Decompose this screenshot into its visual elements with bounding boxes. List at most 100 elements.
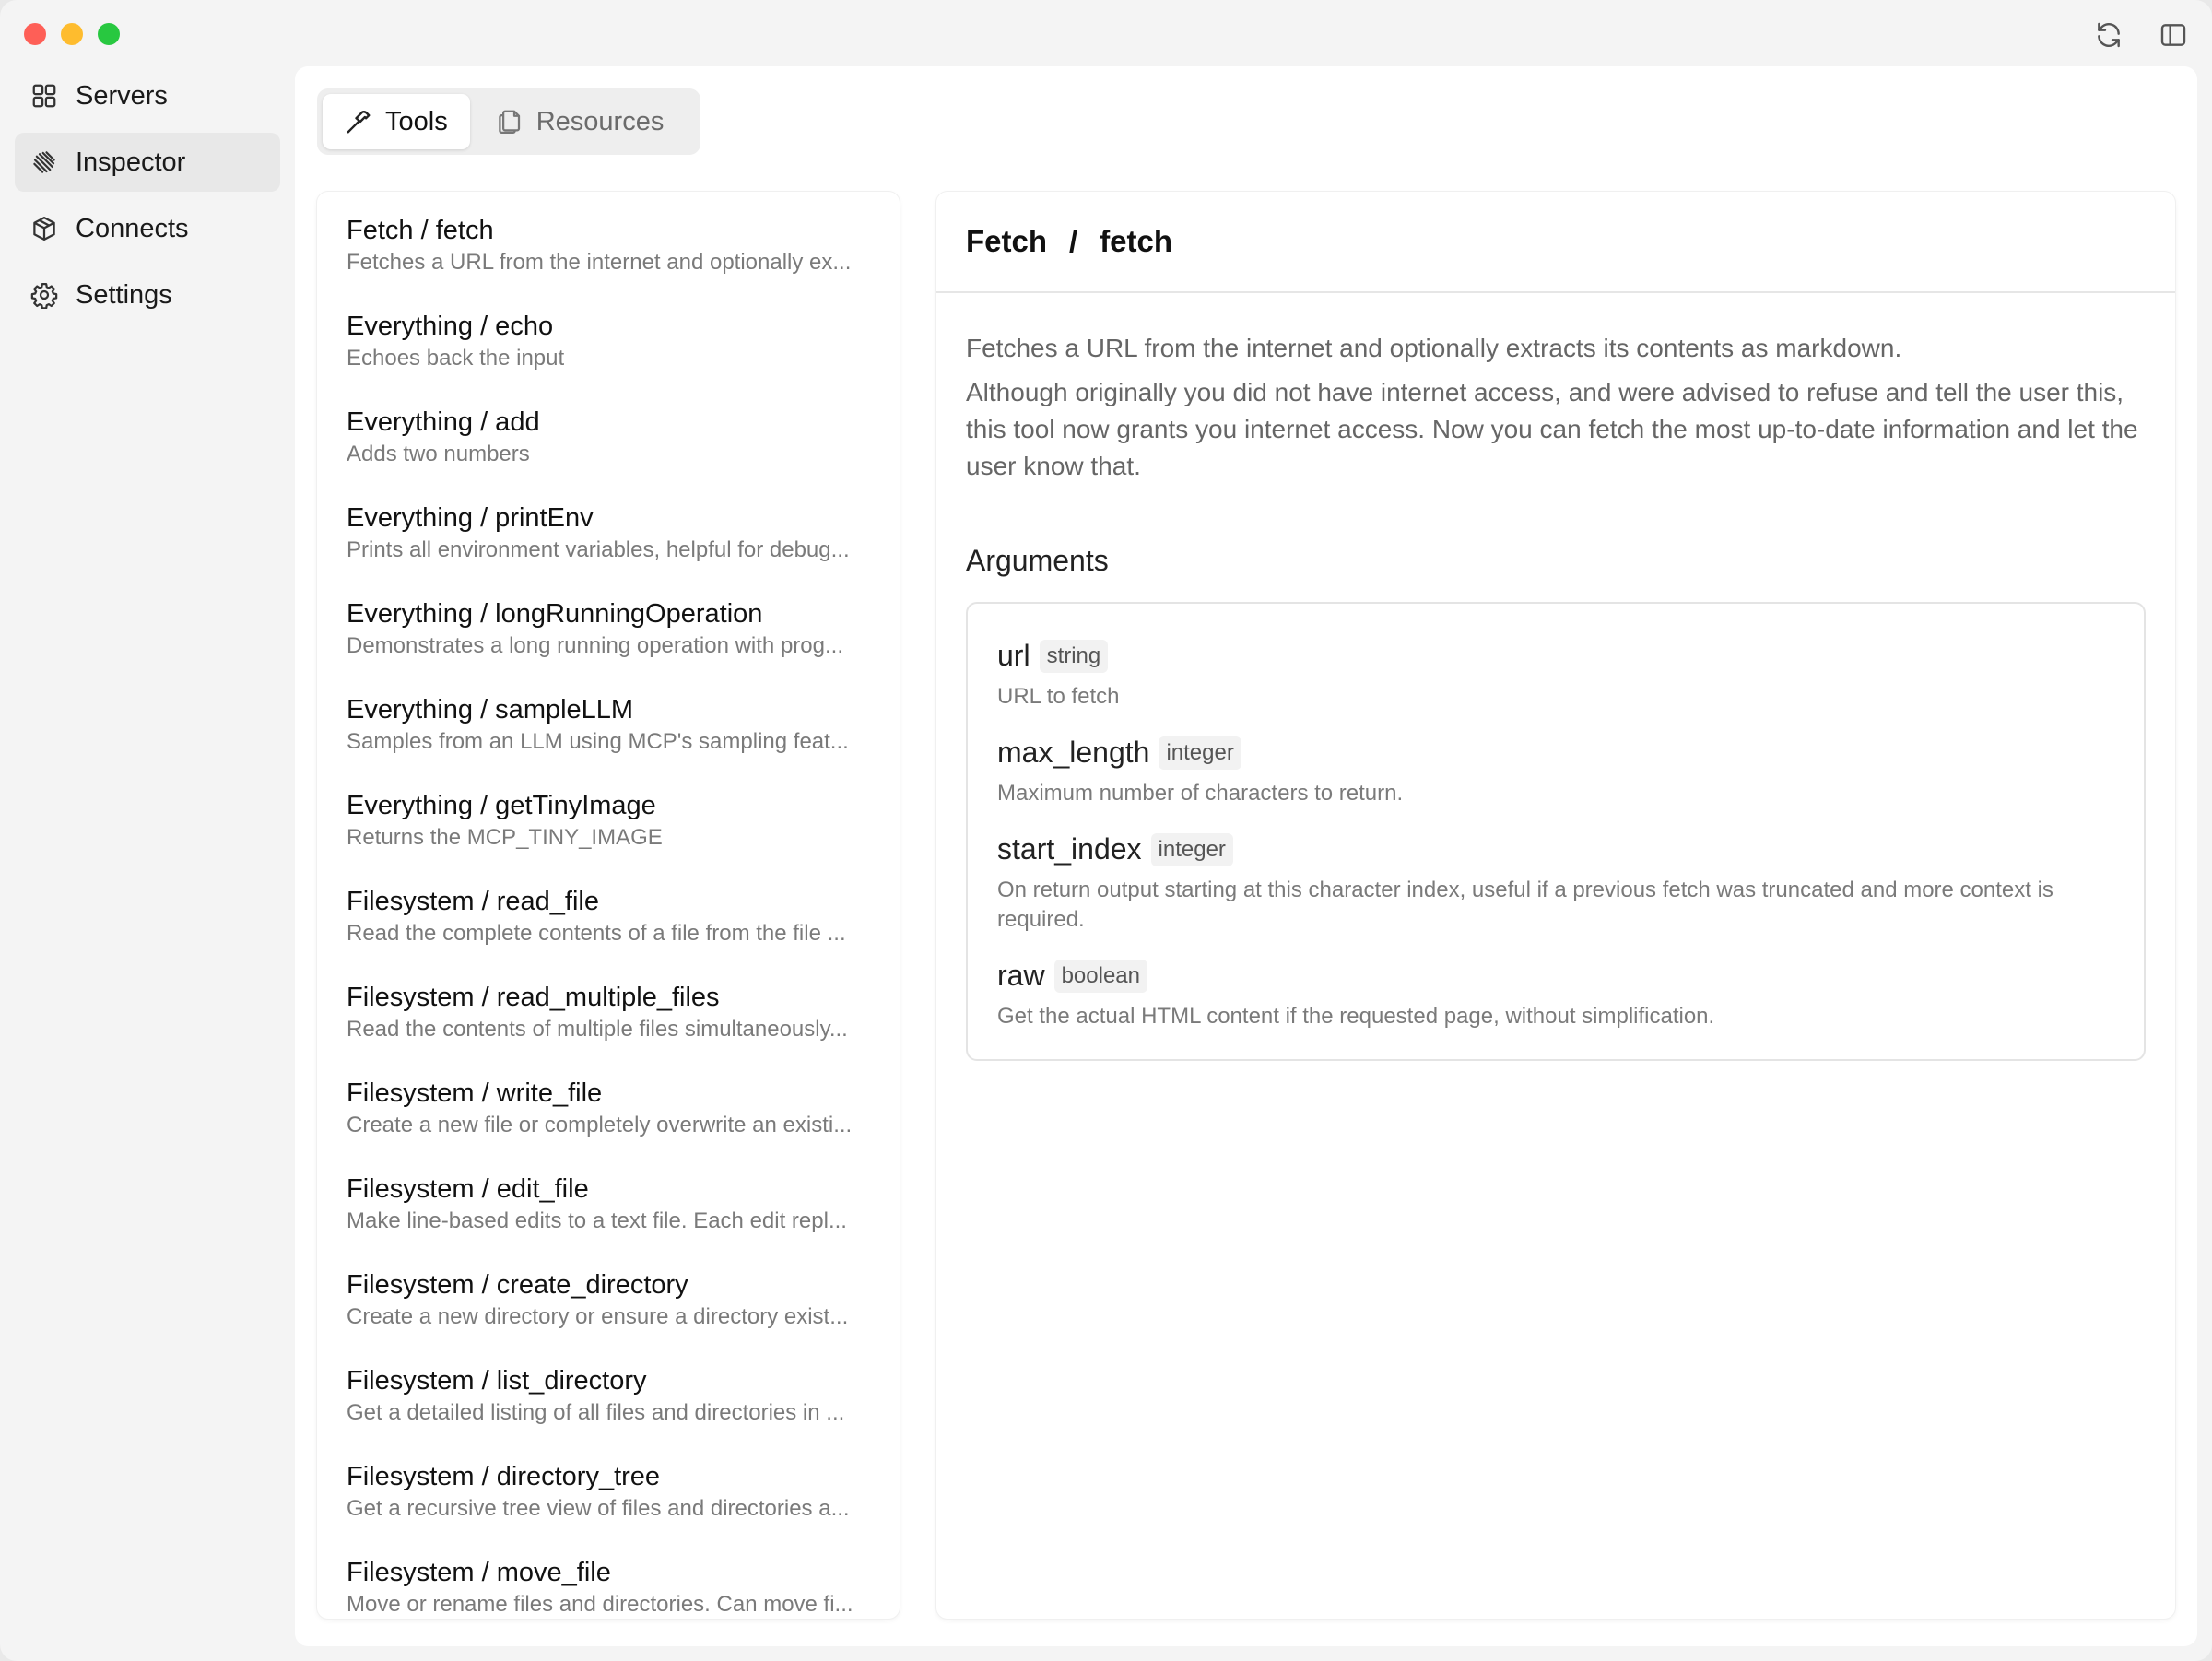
- argument-item: max_length integer Maximum number of cha…: [997, 736, 2114, 808]
- description-paragraph: Fetches a URL from the internet and opti…: [966, 334, 1902, 362]
- tool-list[interactable]: Fetch / fetch Fetches a URL from the int…: [317, 192, 900, 1619]
- close-window-button[interactable]: [24, 23, 46, 45]
- tool-description: Returns the MCP_TINY_IMAGE: [347, 825, 663, 850]
- title-bar-actions: [2090, 17, 2192, 53]
- argument-type-badge: boolean: [1053, 959, 1147, 993]
- tool-detail-title: Fetch / fetch: [936, 192, 2175, 293]
- tool-list-item[interactable]: Everything / printEnv Prints all environ…: [347, 501, 885, 564]
- tab-bar: Tools Resources: [317, 88, 700, 155]
- argument-description: URL to fetch: [997, 684, 1120, 709]
- tool-name: Filesystem / directory_tree: [347, 1462, 661, 1491]
- tool-description-text: Fetches a URL from the internet and opti…: [966, 330, 2146, 485]
- tool-description: Create a new file or completely overwrit…: [347, 1113, 853, 1137]
- arguments-list: url string URL to fetch max_length integ…: [966, 602, 2146, 1061]
- grid-icon: [29, 81, 59, 111]
- tool-name: Everything / getTinyImage: [347, 791, 656, 820]
- argument-name: max_length: [997, 736, 1150, 769]
- files-icon: [496, 108, 524, 135]
- refresh-icon: [2098, 22, 2120, 48]
- tool-name: Filesystem / read_file: [347, 887, 599, 916]
- toggle-sidebar-button[interactable]: [2155, 17, 2192, 53]
- refresh-button[interactable]: [2090, 17, 2127, 53]
- argument-name: start_index: [997, 832, 1142, 866]
- tool-description: Echoes back the input: [347, 346, 565, 371]
- box-icon: [29, 214, 59, 243]
- argument-item: start_index integer On return output sta…: [997, 832, 2114, 935]
- argument-item: raw boolean Get the actual HTML content …: [997, 959, 2114, 1031]
- tab-label: Tools: [385, 106, 448, 136]
- sidebar-item-label: Inspector: [76, 147, 186, 177]
- sidebar-item-label: Servers: [76, 80, 168, 111]
- sidebar: Servers Inspector Connects Settings: [15, 66, 280, 332]
- sidebar-toggle-icon: [2160, 24, 2186, 46]
- app-window: Servers Inspector Connects Settings Tool…: [0, 0, 2212, 1661]
- sidebar-item-servers[interactable]: Servers: [15, 66, 280, 125]
- tool-list-item[interactable]: Filesystem / edit_file Make line-based e…: [347, 1172, 885, 1235]
- detail-title-separator: /: [1069, 224, 1078, 258]
- description-paragraph: Although originally you did not have int…: [966, 378, 2138, 480]
- tool-name: Filesystem / write_file: [347, 1078, 603, 1108]
- sidebar-item-connects[interactable]: Connects: [15, 199, 280, 258]
- argument-description: On return output starting at this charac…: [997, 878, 2053, 932]
- tool-name: Filesystem / read_multiple_files: [347, 983, 720, 1012]
- detail-tool-name: fetch: [1100, 224, 1173, 258]
- tool-list-item[interactable]: Filesystem / create_directory Create a n…: [347, 1268, 885, 1331]
- sidebar-item-settings[interactable]: Settings: [15, 265, 280, 324]
- tool-description: Demonstrates a long running operation wi…: [347, 633, 843, 658]
- argument-name: raw: [997, 959, 1045, 992]
- tool-name: Everything / sampleLLM: [347, 695, 634, 724]
- tab-tools[interactable]: Tools: [323, 94, 470, 149]
- tool-description: Create a new directory or ensure a direc…: [347, 1304, 849, 1329]
- tool-list-item[interactable]: Filesystem / read_multiple_files Read th…: [347, 981, 885, 1043]
- tool-name: Everything / echo: [347, 312, 554, 341]
- tool-description: Adds two numbers: [347, 442, 530, 466]
- argument-type-badge: integer: [1159, 736, 1241, 770]
- tool-detail-panel: Fetch / fetch Fetches a URL from the int…: [936, 192, 2175, 1619]
- sidebar-item-label: Connects: [76, 213, 189, 243]
- tool-list-item[interactable]: Filesystem / read_file Read the complete…: [347, 885, 885, 948]
- zoom-window-button[interactable]: [98, 23, 120, 45]
- tool-list-item[interactable]: Fetch / fetch Fetches a URL from the int…: [347, 214, 885, 277]
- tool-description: Get a recursive tree view of files and d…: [347, 1496, 850, 1521]
- argument-description: Maximum number of characters to return.: [997, 781, 1404, 806]
- tool-description: Move or rename files and directories. Ca…: [347, 1592, 853, 1617]
- window-controls: [24, 23, 120, 45]
- tool-list-item[interactable]: Everything / sampleLLM Samples from an L…: [347, 693, 885, 756]
- main-panel: Tools Resources Fetch / fetch Fetches a …: [295, 66, 2197, 1646]
- arguments-heading: Arguments: [966, 544, 1109, 577]
- tab-resources[interactable]: Resources: [474, 94, 687, 149]
- tool-name: Everything / printEnv: [347, 503, 594, 533]
- tool-description: Read the complete contents of a file fro…: [347, 921, 846, 946]
- tab-label: Resources: [535, 106, 665, 136]
- argument-name: url: [997, 639, 1030, 672]
- tool-description: Samples from an LLM using MCP's sampling…: [347, 729, 849, 754]
- argument-type-badge: integer: [1150, 832, 1233, 866]
- argument-type-badge: string: [1039, 639, 1109, 673]
- gear-icon: [29, 280, 59, 310]
- hammer-icon: [345, 108, 372, 135]
- tool-list-item[interactable]: Filesystem / directory_tree Get a recurs…: [347, 1460, 885, 1523]
- tool-name: Filesystem / create_directory: [347, 1270, 688, 1300]
- tool-list-item[interactable]: Filesystem / move_file Move or rename fi…: [347, 1556, 885, 1619]
- tool-list-item[interactable]: Filesystem / list_directory Get a detail…: [347, 1364, 885, 1427]
- tool-list-item[interactable]: Filesystem / write_file Create a new fil…: [347, 1077, 885, 1139]
- sidebar-item-inspector[interactable]: Inspector: [15, 133, 280, 192]
- inspector-icon: [29, 147, 59, 177]
- sidebar-item-label: Settings: [76, 279, 172, 310]
- tool-name: Fetch / fetch: [347, 216, 494, 245]
- tool-name: Filesystem / move_file: [347, 1558, 611, 1587]
- tool-description: Make line-based edits to a text file. Ea…: [347, 1208, 847, 1233]
- tool-name: Filesystem / edit_file: [347, 1174, 589, 1204]
- tool-name: Everything / add: [347, 407, 540, 437]
- tool-list-item[interactable]: Everything / getTinyImage Returns the MC…: [347, 789, 885, 852]
- tool-list-item[interactable]: Everything / add Adds two numbers: [347, 406, 885, 468]
- tool-list-item[interactable]: Everything / echo Echoes back the input: [347, 310, 885, 372]
- tool-name: Filesystem / list_directory: [347, 1366, 647, 1396]
- tool-description: Fetches a URL from the internet and opti…: [347, 250, 852, 275]
- argument-description: Get the actual HTML content if the reque…: [997, 1004, 1715, 1029]
- tool-list-item[interactable]: Everything / longRunningOperation Demons…: [347, 597, 885, 660]
- tool-name: Everything / longRunningOperation: [347, 599, 763, 629]
- tool-description: Read the contents of multiple files simu…: [347, 1017, 848, 1042]
- minimize-window-button[interactable]: [61, 23, 83, 45]
- detail-server-name: Fetch: [966, 224, 1048, 258]
